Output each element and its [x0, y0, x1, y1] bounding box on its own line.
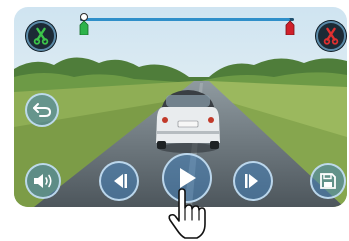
step-forward-icon: [245, 174, 258, 188]
volume-button[interactable]: [25, 163, 61, 199]
floppy-disk-icon: [320, 173, 336, 189]
car: [156, 90, 220, 153]
trim-start-button[interactable]: [26, 21, 56, 51]
speaker-icon: [34, 174, 52, 188]
trim-end-handle[interactable]: [284, 13, 296, 35]
save-button[interactable]: [310, 163, 346, 199]
play-icon: [180, 168, 196, 188]
video-player: [14, 7, 347, 207]
scissors-icon: [33, 27, 49, 45]
hand-pointer-icon: [168, 188, 206, 239]
trim-end-button[interactable]: [316, 21, 346, 51]
trim-timeline[interactable]: [80, 18, 294, 21]
scissors-icon: [323, 27, 339, 45]
trim-selection: [84, 18, 290, 21]
undo-arrow-icon: [33, 103, 52, 117]
trim-start-handle[interactable]: [78, 13, 90, 35]
back-button[interactable]: [25, 93, 59, 127]
previous-frame-button[interactable]: [99, 161, 139, 201]
next-frame-button[interactable]: [233, 161, 273, 201]
step-back-icon: [114, 174, 127, 188]
